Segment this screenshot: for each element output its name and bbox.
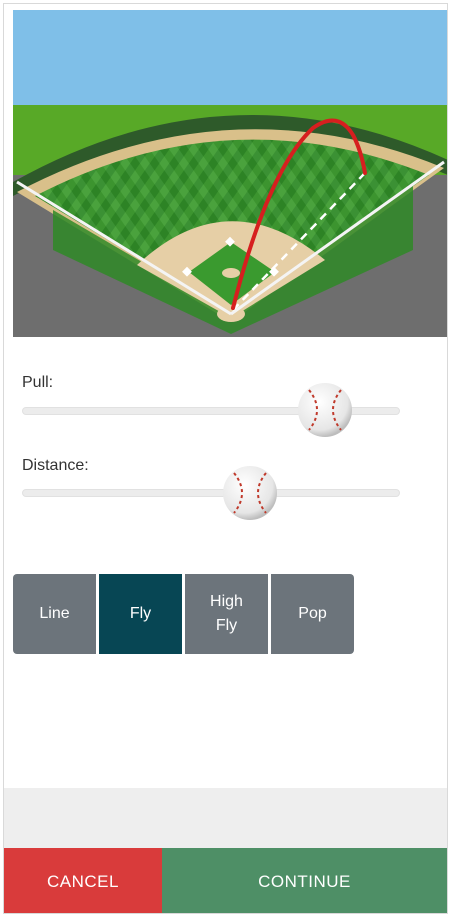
action-bar: CANCEL CONTINUE bbox=[4, 848, 447, 913]
pull-label: Pull: bbox=[22, 374, 54, 391]
baseball-field-image bbox=[13, 10, 447, 337]
pull-slider-thumb[interactable] bbox=[297, 382, 353, 438]
continue-button[interactable]: CONTINUE bbox=[162, 848, 447, 913]
distance-slider-track[interactable] bbox=[22, 489, 400, 497]
distance-slider-thumb[interactable] bbox=[222, 465, 278, 521]
sky bbox=[13, 10, 447, 105]
spacer-band bbox=[4, 788, 447, 848]
baseball-icon bbox=[298, 383, 352, 437]
baseball-icon bbox=[223, 466, 277, 520]
field-diagram bbox=[13, 10, 447, 337]
distance-label: Distance: bbox=[22, 457, 89, 474]
hit-type-fly-button[interactable]: Fly bbox=[99, 574, 182, 654]
cancel-button[interactable]: CANCEL bbox=[4, 848, 162, 913]
hit-type-high-fly-button[interactable]: High Fly bbox=[185, 574, 268, 654]
hit-type-pop-button[interactable]: Pop bbox=[271, 574, 354, 654]
hit-type-selector: Line Fly High Fly Pop bbox=[13, 574, 354, 654]
hit-type-line-button[interactable]: Line bbox=[13, 574, 96, 654]
pitchers-mound bbox=[222, 268, 240, 278]
app-frame: Pull: Distance: Line Fly High Fly Pop CA… bbox=[3, 3, 448, 914]
